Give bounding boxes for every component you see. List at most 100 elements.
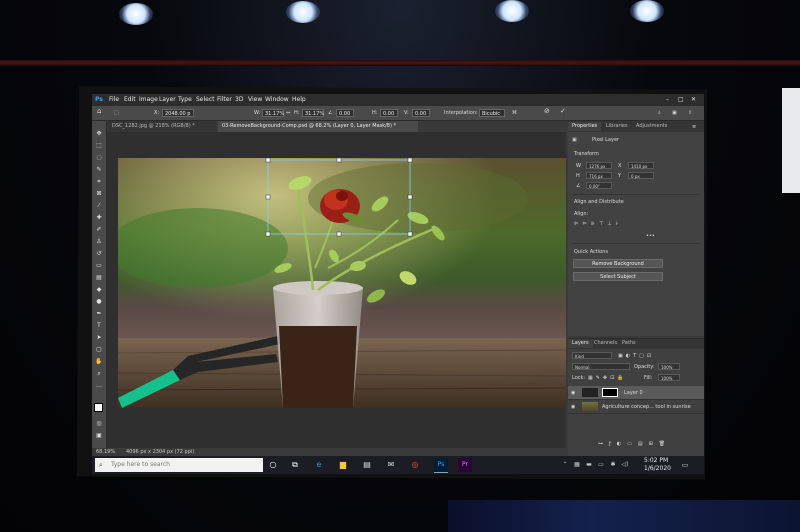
edge-icon[interactable]: e bbox=[314, 460, 324, 470]
photoshop-taskbar-icon[interactable]: Ps bbox=[434, 458, 448, 473]
foreground-color-swatch[interactable] bbox=[94, 403, 103, 412]
transform-h-field[interactable]: 716 px bbox=[586, 172, 612, 179]
type-tool-icon[interactable]: T bbox=[95, 323, 103, 329]
tab-layers[interactable]: Layers bbox=[568, 339, 593, 348]
zoom-level[interactable]: 68.19% bbox=[96, 449, 115, 455]
transform-angle-field[interactable]: 0.00° bbox=[586, 182, 612, 189]
tab-remove-background[interactable]: 03-RemoveBackground-Comp.psd @ 68.2% (La… bbox=[218, 121, 418, 132]
menu-window[interactable]: Window bbox=[265, 96, 289, 104]
taskbar-date[interactable]: 1/6/2020 bbox=[644, 465, 671, 473]
quick-select-tool-icon[interactable]: ✎ bbox=[95, 167, 103, 173]
zoom-tool-icon[interactable]: ⌕ bbox=[95, 371, 103, 377]
remove-background-button[interactable]: Remove Background bbox=[573, 259, 663, 268]
gradient-tool-icon[interactable]: ▤ bbox=[95, 275, 103, 281]
eraser-tool-icon[interactable]: ▭ bbox=[95, 263, 103, 269]
quick-mask-icon[interactable]: ◎ bbox=[95, 421, 103, 427]
tab-adjustments[interactable]: Adjustments bbox=[632, 122, 671, 131]
close-icon[interactable]: ✕ bbox=[691, 96, 696, 104]
volume-icon[interactable]: ◁) bbox=[620, 460, 630, 470]
align-heading[interactable]: Align and Distribute bbox=[574, 199, 624, 205]
warp-icon[interactable]: ⌘ bbox=[512, 110, 517, 117]
menu-edit[interactable]: Edit bbox=[124, 96, 136, 104]
cancel-icon[interactable]: ⊘ bbox=[544, 108, 550, 115]
minimize-icon[interactable]: – bbox=[666, 96, 669, 104]
screen-mode-icon[interactable]: ▣ bbox=[95, 433, 103, 439]
crop-tool-icon[interactable]: ⌗ bbox=[95, 179, 103, 185]
taskbar-search-box[interactable]: ⌕ Type here to search bbox=[95, 458, 263, 472]
link-icon[interactable]: ⇔ bbox=[286, 110, 290, 117]
transform-heading[interactable]: Transform bbox=[574, 151, 599, 157]
settings-tray-icon[interactable]: ✱ bbox=[608, 460, 618, 470]
search-icon[interactable]: ⌕ bbox=[658, 110, 661, 117]
document-canvas[interactable] bbox=[118, 158, 566, 408]
align-buttons-icon[interactable]: ⊫⊨⊪⊤⊥⊦ bbox=[574, 221, 622, 227]
share-icon[interactable]: ⇪ bbox=[688, 110, 692, 117]
panel-menu-icon[interactable]: ≡ bbox=[692, 124, 696, 130]
more-tools-icon[interactable]: … bbox=[95, 383, 103, 389]
lasso-tool-icon[interactable]: ◌ bbox=[95, 155, 103, 161]
path-select-tool-icon[interactable]: ➤ bbox=[95, 335, 103, 341]
opacity-field[interactable]: 100% bbox=[658, 363, 680, 370]
layer-row[interactable]: ◉ Layer 0 bbox=[568, 386, 704, 400]
option-w-field[interactable]: 31.17% bbox=[262, 109, 284, 117]
mail-icon[interactable]: ✉ bbox=[386, 460, 396, 470]
transform-y-field[interactable]: 0 px bbox=[628, 172, 654, 179]
visibility-eye-icon[interactable]: ◉ bbox=[571, 404, 575, 410]
display-icon[interactable]: ▭ bbox=[596, 460, 606, 470]
eyedropper-tool-icon[interactable]: ⁄ bbox=[95, 203, 103, 209]
tab-channels[interactable]: Channels bbox=[590, 339, 621, 348]
cortana-icon[interactable]: ○ bbox=[268, 460, 278, 470]
premiere-taskbar-icon[interactable]: Pr bbox=[458, 458, 472, 472]
brush-tool-icon[interactable]: ✐ bbox=[95, 227, 103, 233]
shape-tool-icon[interactable]: ▢ bbox=[95, 347, 103, 353]
lock-icons[interactable]: ▦✎✥⊡🔒 bbox=[588, 375, 627, 381]
layer-row[interactable]: ◉ Agriculture concep... tool in sunrise bbox=[568, 400, 704, 414]
transform-tool-icon[interactable]: ⬚ bbox=[114, 110, 119, 117]
menu-filter[interactable]: Filter bbox=[217, 96, 232, 104]
quick-actions-heading[interactable]: Quick Actions bbox=[574, 249, 608, 255]
move-tool-icon[interactable]: ✥ bbox=[95, 131, 103, 137]
healing-tool-icon[interactable]: ✚ bbox=[95, 215, 103, 221]
visibility-eye-icon[interactable]: ◉ bbox=[571, 390, 575, 396]
home-icon[interactable]: ⌂ bbox=[97, 108, 101, 115]
ps-logo-icon[interactable]: Ps bbox=[95, 96, 103, 104]
option-v-field[interactable]: 0.00 bbox=[412, 109, 430, 117]
option-angle-field[interactable]: 0.00 bbox=[336, 109, 354, 117]
filter-icons[interactable]: ▣◐T▢⊡ bbox=[618, 353, 654, 359]
menu-layer[interactable]: Layer bbox=[159, 96, 176, 104]
frame-tool-icon[interactable]: ⊠ bbox=[95, 191, 103, 197]
taskbar-time[interactable]: 5:02 PM bbox=[644, 457, 668, 465]
fill-field[interactable]: 100% bbox=[658, 374, 680, 381]
pen-tool-icon[interactable]: ✒ bbox=[95, 311, 103, 317]
menu-file[interactable]: File bbox=[109, 96, 119, 104]
more-options-icon[interactable]: ••• bbox=[646, 233, 655, 239]
transform-w-field[interactable]: 1276 px bbox=[586, 162, 612, 169]
hand-tool-icon[interactable]: ✋ bbox=[95, 359, 103, 365]
store-icon[interactable]: ▤ bbox=[362, 460, 372, 470]
stamp-tool-icon[interactable]: ♙ bbox=[95, 239, 103, 245]
tab-libraries[interactable]: Libraries bbox=[602, 122, 632, 131]
tab-properties[interactable]: Properties bbox=[568, 122, 602, 131]
creative-cloud-icon[interactable]: ◎ bbox=[410, 460, 420, 470]
menu-view[interactable]: View bbox=[248, 96, 262, 104]
option-h-field[interactable]: 31.17% bbox=[302, 109, 324, 117]
history-brush-tool-icon[interactable]: ↺ bbox=[95, 251, 103, 257]
workspace-icon[interactable]: ▣ bbox=[672, 110, 677, 117]
tab-dsc-1282[interactable]: DSC_1282.jpg @ 218% (RGB/8) * bbox=[108, 121, 216, 132]
maximize-icon[interactable]: □ bbox=[678, 96, 684, 104]
option-x-field[interactable]: 2048.00 p bbox=[162, 109, 194, 117]
file-explorer-icon[interactable]: ▆ bbox=[338, 460, 348, 470]
commit-icon[interactable]: ✓ bbox=[560, 108, 566, 115]
notifications-icon[interactable]: ▭ bbox=[680, 460, 690, 470]
transform-x-field[interactable]: 1410 px bbox=[628, 162, 654, 169]
layer-filter-kind[interactable]: Kind bbox=[572, 352, 612, 359]
select-subject-button[interactable]: Select Subject bbox=[573, 272, 663, 281]
network-icon[interactable]: ▦ bbox=[572, 460, 582, 470]
marquee-tool-icon[interactable]: ⬚ bbox=[95, 143, 103, 149]
layer-mask-thumbnail[interactable] bbox=[602, 388, 618, 397]
task-view-icon[interactable]: ⧉ bbox=[290, 460, 300, 470]
menu-help[interactable]: Help bbox=[292, 96, 306, 104]
option-interp-select[interactable]: Bicubic bbox=[479, 109, 505, 117]
menu-image[interactable]: Image bbox=[139, 96, 158, 104]
dodge-tool-icon[interactable]: ● bbox=[95, 299, 103, 305]
